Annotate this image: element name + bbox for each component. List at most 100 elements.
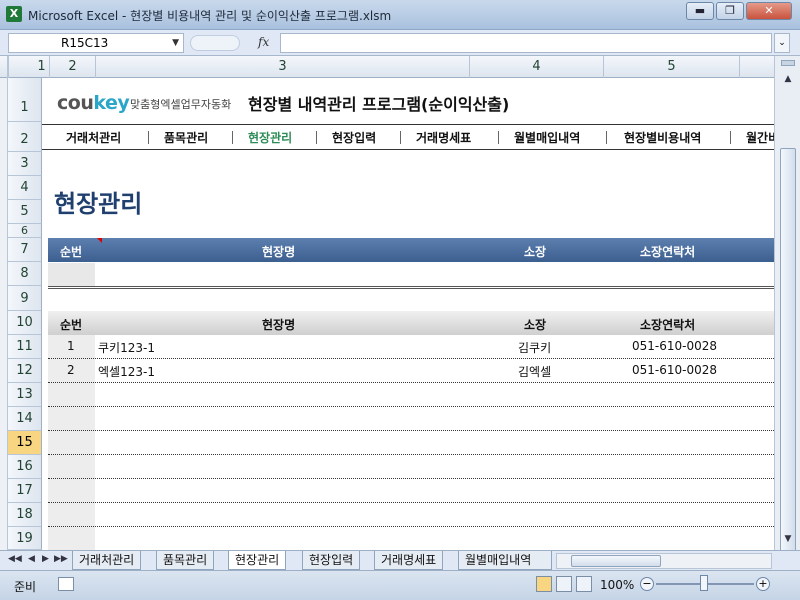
list-header-site-name: 현장명 <box>262 318 296 332</box>
input-header-manager: 소장 <box>524 245 547 259</box>
select-all-corner[interactable] <box>0 56 8 78</box>
sheet-menu: 거래처관리 품목관리 현장관리 현장입력 거래명세표 월별매입내역 현장별비용내… <box>42 124 774 150</box>
table-row[interactable] <box>48 383 774 407</box>
macro-record-icon[interactable] <box>58 577 74 591</box>
row-header[interactable]: 1 <box>8 78 42 122</box>
table-row[interactable] <box>48 503 774 527</box>
comment-indicator-icon[interactable] <box>97 238 102 243</box>
menu-separator <box>606 131 607 144</box>
sheet-tab[interactable]: 월별매입내역 <box>458 551 552 570</box>
row-header[interactable]: 12 <box>8 359 42 383</box>
row-header-active[interactable]: 15 <box>8 431 42 455</box>
table-row[interactable] <box>48 407 774 431</box>
menu-item-product[interactable]: 품목관리 <box>164 129 208 146</box>
table-row[interactable]: 2 엑셀123-1 김엑셀 051-610-0028 <box>48 359 774 383</box>
table-row[interactable] <box>48 479 774 503</box>
sheet-tab[interactable]: 현장입력 <box>302 551 361 570</box>
sheet-tab[interactable]: 품목관리 <box>156 551 215 570</box>
zoom-out-button[interactable]: − <box>640 577 654 591</box>
column-header[interactable]: 4 <box>470 56 604 78</box>
menu-item-site-cost[interactable]: 현장별비용내역 <box>624 129 701 146</box>
zoom-level[interactable]: 100% <box>600 578 634 592</box>
close-button[interactable]: ✕ <box>746 2 792 20</box>
row-manager: 김쿠키 <box>518 341 552 355</box>
coukey-logo: coukey <box>57 92 130 114</box>
restore-button[interactable]: ❐ <box>716 2 744 20</box>
scroll-down-icon[interactable]: ▼ <box>780 532 796 546</box>
table-row[interactable]: 1 쿠키123-1 김쿠키 051-610-0028 <box>48 335 774 359</box>
excel-app-icon[interactable]: X <box>6 6 22 22</box>
row-header[interactable]: 19 <box>8 527 42 550</box>
row-header[interactable]: 7 <box>8 238 42 262</box>
row-header[interactable]: 2 <box>8 122 42 152</box>
list-header-contact: 소장연락처 <box>640 318 696 332</box>
page-break-view-icon[interactable] <box>576 576 592 592</box>
row-header[interactable]: 16 <box>8 455 42 479</box>
list-header-manager: 소장 <box>524 318 547 332</box>
menu-item-invoice[interactable]: 거래명세표 <box>416 129 471 146</box>
table-row[interactable] <box>48 527 774 550</box>
scroll-up-icon[interactable]: ▲ <box>780 72 796 86</box>
next-sheet-icon[interactable]: ▶ <box>42 554 49 564</box>
column-header[interactable]: 2 <box>50 56 96 78</box>
row-header[interactable]: 6 <box>8 224 42 238</box>
first-sheet-icon[interactable]: ◀◀ <box>8 554 22 564</box>
list-header-bar: 순번 현장명 소장 소장연락처 <box>48 311 774 335</box>
column-header[interactable]: 1 <box>34 56 50 78</box>
worksheet[interactable]: coukey 맞춤형엑셀업무자동화 현장별 내역관리 프로그램(순이익산출) 거… <box>42 78 774 550</box>
row-site-name: 쿠키123-1 <box>98 341 155 355</box>
menu-item-monthly[interactable]: 월간비 <box>746 129 774 146</box>
row-contact: 051-610-0028 <box>632 363 718 377</box>
insert-function-icon[interactable]: fx <box>258 35 269 49</box>
menu-separator <box>730 131 731 144</box>
row-header[interactable]: 13 <box>8 383 42 407</box>
input-header-site-name: 현장명 <box>262 245 296 259</box>
input-header-bar: 순번 현장명 소장 소장연락처 <box>48 238 774 262</box>
menu-item-client[interactable]: 거래처관리 <box>66 129 121 146</box>
row-header[interactable]: 17 <box>8 479 42 503</box>
horizontal-scrollbar[interactable] <box>556 553 772 569</box>
input-row[interactable] <box>95 263 774 286</box>
column-header[interactable]: 5 <box>604 56 740 78</box>
sheet-tab-active[interactable]: 현장관리 <box>228 551 287 570</box>
hscroll-thumb[interactable] <box>571 555 661 567</box>
prev-sheet-icon[interactable]: ◀ <box>28 554 35 564</box>
row-header[interactable]: 9 <box>8 286 42 311</box>
row-header[interactable]: 18 <box>8 503 42 527</box>
row-header[interactable]: 14 <box>8 407 42 431</box>
column-header[interactable] <box>740 56 774 78</box>
scrollbar-thumb[interactable] <box>780 148 796 568</box>
name-box[interactable]: R15C13 ▼ <box>8 33 184 53</box>
formula-input[interactable] <box>280 33 772 53</box>
row-header[interactable]: 8 <box>8 262 42 286</box>
chevron-down-icon[interactable]: ▼ <box>172 34 179 52</box>
input-seq-cell[interactable] <box>48 263 95 286</box>
menu-separator <box>232 131 233 144</box>
last-sheet-icon[interactable]: ▶▶ <box>54 554 68 564</box>
row-header[interactable]: 5 <box>8 200 42 224</box>
row-header[interactable]: 10 <box>8 311 42 335</box>
menu-separator <box>148 131 149 144</box>
menu-separator <box>316 131 317 144</box>
menu-item-site-input[interactable]: 현장입력 <box>332 129 376 146</box>
normal-view-icon[interactable] <box>536 576 552 592</box>
menu-item-site[interactable]: 현장관리 <box>248 129 292 146</box>
sheet-tab[interactable]: 거래처관리 <box>72 551 142 570</box>
vertical-scrollbar[interactable]: ▲ ▼ <box>774 56 800 568</box>
split-handle[interactable] <box>781 60 795 66</box>
table-row[interactable] <box>48 431 774 455</box>
menu-item-monthly-purchase[interactable]: 월별매입내역 <box>514 129 580 146</box>
expand-formula-bar-button[interactable]: ⌄ <box>774 33 790 53</box>
row-header[interactable]: 11 <box>8 335 42 359</box>
zoom-slider-thumb[interactable] <box>700 575 708 591</box>
table-row[interactable] <box>48 455 774 479</box>
minimize-button[interactable]: ▬ <box>686 2 714 20</box>
double-border <box>48 286 774 289</box>
sheet-tab-bar: ◀◀ ◀ ▶ ▶▶ 거래처관리 품목관리 현장관리 현장입력 거래명세표 월별매… <box>0 550 800 570</box>
page-layout-view-icon[interactable] <box>556 576 572 592</box>
row-header[interactable]: 4 <box>8 176 42 200</box>
column-header[interactable]: 3 <box>96 56 470 78</box>
row-header[interactable]: 3 <box>8 152 42 176</box>
zoom-in-button[interactable]: + <box>756 577 770 591</box>
sheet-tab[interactable]: 거래명세표 <box>374 551 444 570</box>
